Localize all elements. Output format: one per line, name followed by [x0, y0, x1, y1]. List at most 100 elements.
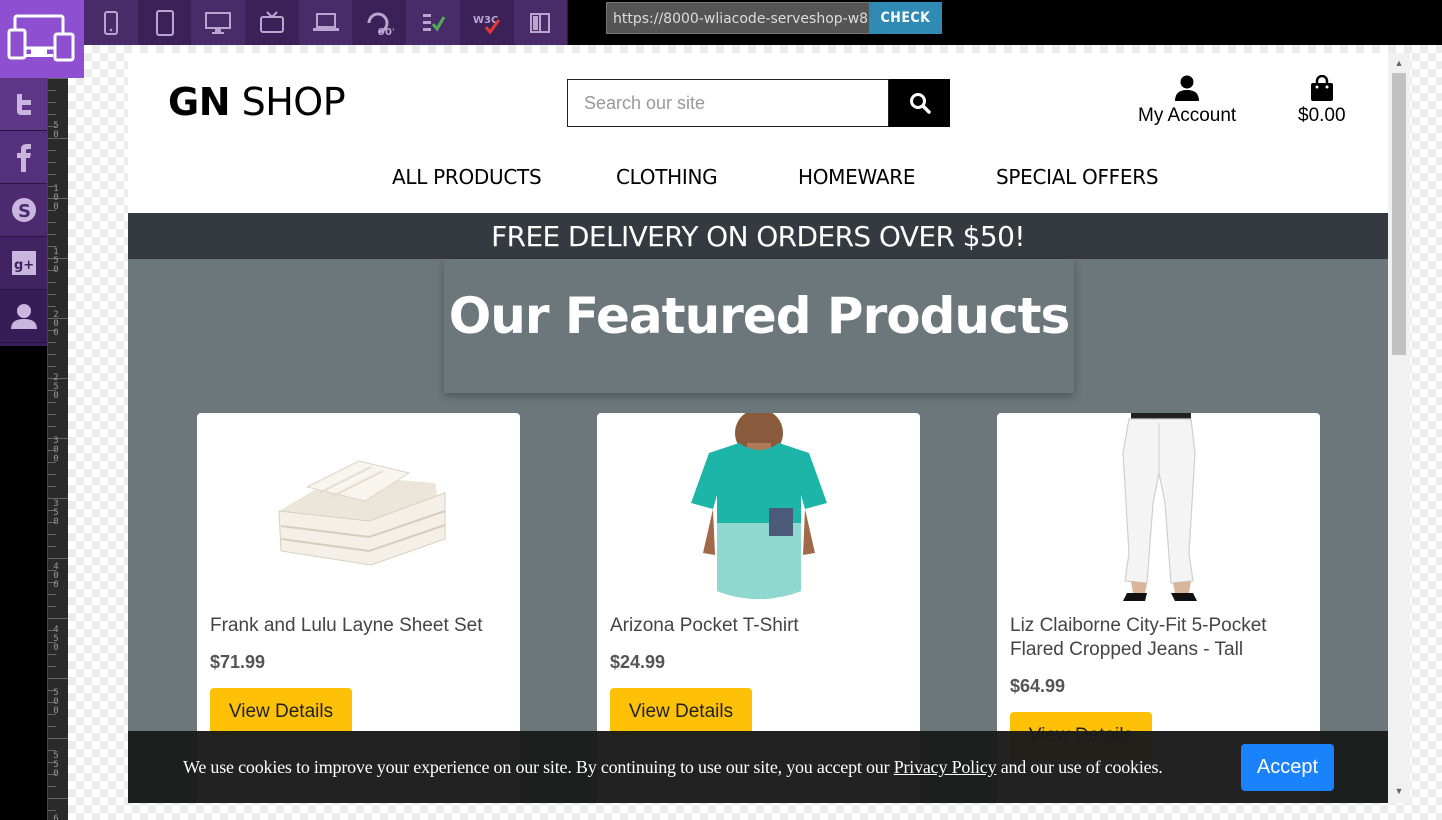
svg-text:S: S — [18, 201, 31, 222]
ruler-tick — [48, 90, 56, 91]
ruler-label: 4 5 0 — [53, 625, 59, 653]
ruler-tick — [48, 534, 56, 535]
product-name[interactable]: Arizona Pocket T-Shirt — [610, 614, 900, 638]
ruler-label: 5 0 — [53, 121, 59, 140]
w3c-icon[interactable]: W3C — [459, 0, 514, 45]
product-price: $71.99 — [210, 652, 266, 672]
product-price: $24.99 — [610, 652, 666, 672]
devices-icon — [7, 14, 75, 62]
scrollbar[interactable]: ▲ ▼ — [1388, 53, 1410, 803]
ruler-tick — [48, 666, 56, 667]
cookie-message: We use cookies to improve your experienc… — [183, 757, 1163, 778]
ruler-tick — [48, 366, 56, 367]
tv-icon[interactable] — [245, 0, 299, 45]
accept-cookies-button[interactable]: Accept — [1241, 744, 1334, 791]
ruler-tick — [48, 234, 56, 235]
main-nav: ALL PRODUCTS CLOTHING HOMEWARE SPECIAL O… — [128, 165, 1388, 195]
ruler-tick — [48, 402, 56, 403]
ruler-tick — [48, 474, 56, 475]
ruler-tick — [48, 798, 68, 799]
tablet-icon[interactable] — [137, 0, 192, 45]
ruler-tick — [48, 174, 56, 175]
my-account-link[interactable]: My Account — [1138, 75, 1236, 127]
search-input[interactable] — [567, 79, 889, 127]
ruler-label: 4 0 0 — [53, 562, 59, 590]
ruler-tick — [48, 78, 68, 79]
ruler-tick — [48, 810, 56, 811]
privacy-policy-link[interactable]: Privacy Policy — [894, 757, 997, 777]
ruler-label: 5 0 0 — [53, 688, 59, 716]
ruler-label: 2 0 0 — [53, 310, 59, 338]
shopping-bag-link[interactable]: $0.00 — [1298, 75, 1346, 127]
ruler-tick — [48, 558, 68, 559]
desktop-icon[interactable] — [191, 0, 246, 45]
svg-text:g+: g+ — [14, 258, 34, 273]
product-image-jeans[interactable] — [997, 413, 1320, 608]
book-icon[interactable] — [513, 0, 568, 45]
twitter-icon[interactable] — [0, 78, 47, 131]
ruler-tick — [48, 618, 68, 619]
nav-clothing[interactable]: CLOTHING — [616, 165, 718, 189]
validate-icon[interactable] — [406, 0, 460, 45]
featured-section: Our Featured Products Frank and Lulu Lay… — [128, 259, 1388, 803]
ruler-tick — [48, 354, 56, 355]
search-button[interactable] — [889, 79, 950, 127]
google-plus-icon[interactable]: g+ — [0, 237, 47, 290]
brand-bold: GN — [168, 80, 231, 124]
ruler-tick — [48, 222, 56, 223]
featured-title-box: Our Featured Products — [444, 259, 1074, 393]
ruler-tick — [48, 114, 56, 115]
ruler-tick — [48, 654, 56, 655]
search-form — [567, 79, 950, 127]
featured-title: Our Featured Products — [448, 287, 1071, 345]
url-input[interactable]: https://8000-wliacode-serveshop-w8ay — [606, 2, 870, 34]
view-details-button[interactable]: View Details — [610, 688, 752, 736]
nav-homeware[interactable]: HOMEWARE — [798, 165, 915, 189]
scroll-down-arrow[interactable]: ▼ — [1388, 783, 1410, 799]
ruler-label: 3 5 0 — [53, 499, 59, 527]
brand-rest: SHOP — [241, 80, 346, 124]
ruler-tick — [48, 102, 56, 103]
facebook-icon[interactable] — [0, 131, 47, 184]
ruler-tick — [48, 162, 56, 163]
ruler-tick — [48, 726, 56, 727]
ruler-tick — [48, 786, 56, 787]
promo-banner: FREE DELIVERY ON ORDERS OVER $50! — [128, 213, 1388, 259]
ruler-tick — [48, 414, 56, 415]
ruler-label: 5 5 0 — [53, 751, 59, 779]
ruler-label: 1 5 0 — [53, 247, 59, 275]
product-image-sheet-set[interactable] — [197, 413, 520, 608]
phone-icon[interactable] — [84, 0, 138, 45]
site-frame: GN SHOP My Account $0.00 ALL PRODUCTS CL… — [128, 53, 1410, 803]
device-selector: 90° W3C — [84, 0, 568, 45]
ruler-tick — [48, 738, 68, 739]
nav-special-offers[interactable]: SPECIAL OFFERS — [996, 165, 1159, 189]
shopping-bag-icon — [1310, 75, 1333, 101]
bag-total: $0.00 — [1298, 105, 1346, 126]
ruler-tick — [48, 150, 56, 151]
site-logo[interactable]: GN SHOP — [168, 80, 346, 124]
my-account-label: My Account — [1138, 105, 1237, 126]
ruler-label: 3 0 0 — [53, 436, 59, 464]
cookie-text-after: and our use of cookies. — [1000, 757, 1163, 777]
product-image-t-shirt[interactable] — [597, 413, 920, 608]
ruler-tick — [48, 594, 56, 595]
view-details-button[interactable]: View Details — [210, 688, 352, 736]
nav-all-products[interactable]: ALL PRODUCTS — [392, 165, 542, 189]
check-button[interactable]: CHECK — [869, 2, 942, 34]
rotate-90-icon[interactable]: 90° — [352, 0, 407, 45]
ruler-label: 2 5 0 — [53, 373, 59, 401]
cookie-text-before: We use cookies to improve your experienc… — [183, 757, 890, 777]
scroll-thumb[interactable] — [1392, 73, 1406, 355]
skype-icon[interactable]: S — [0, 184, 47, 237]
ruler-tick — [48, 282, 56, 283]
ruler-tick — [48, 426, 56, 427]
responsive-tester-logo[interactable] — [0, 0, 84, 78]
ruler-tick — [48, 486, 56, 487]
user-icon[interactable] — [0, 290, 47, 343]
laptop-icon[interactable] — [298, 0, 353, 45]
product-name[interactable]: Frank and Lulu Layne Sheet Set — [210, 614, 500, 638]
scroll-up-arrow[interactable]: ▲ — [1388, 55, 1410, 71]
cookie-banner: We use cookies to improve your experienc… — [128, 731, 1388, 803]
product-name[interactable]: Liz Claiborne City-Fit 5-Pocket Flared C… — [1010, 614, 1300, 662]
